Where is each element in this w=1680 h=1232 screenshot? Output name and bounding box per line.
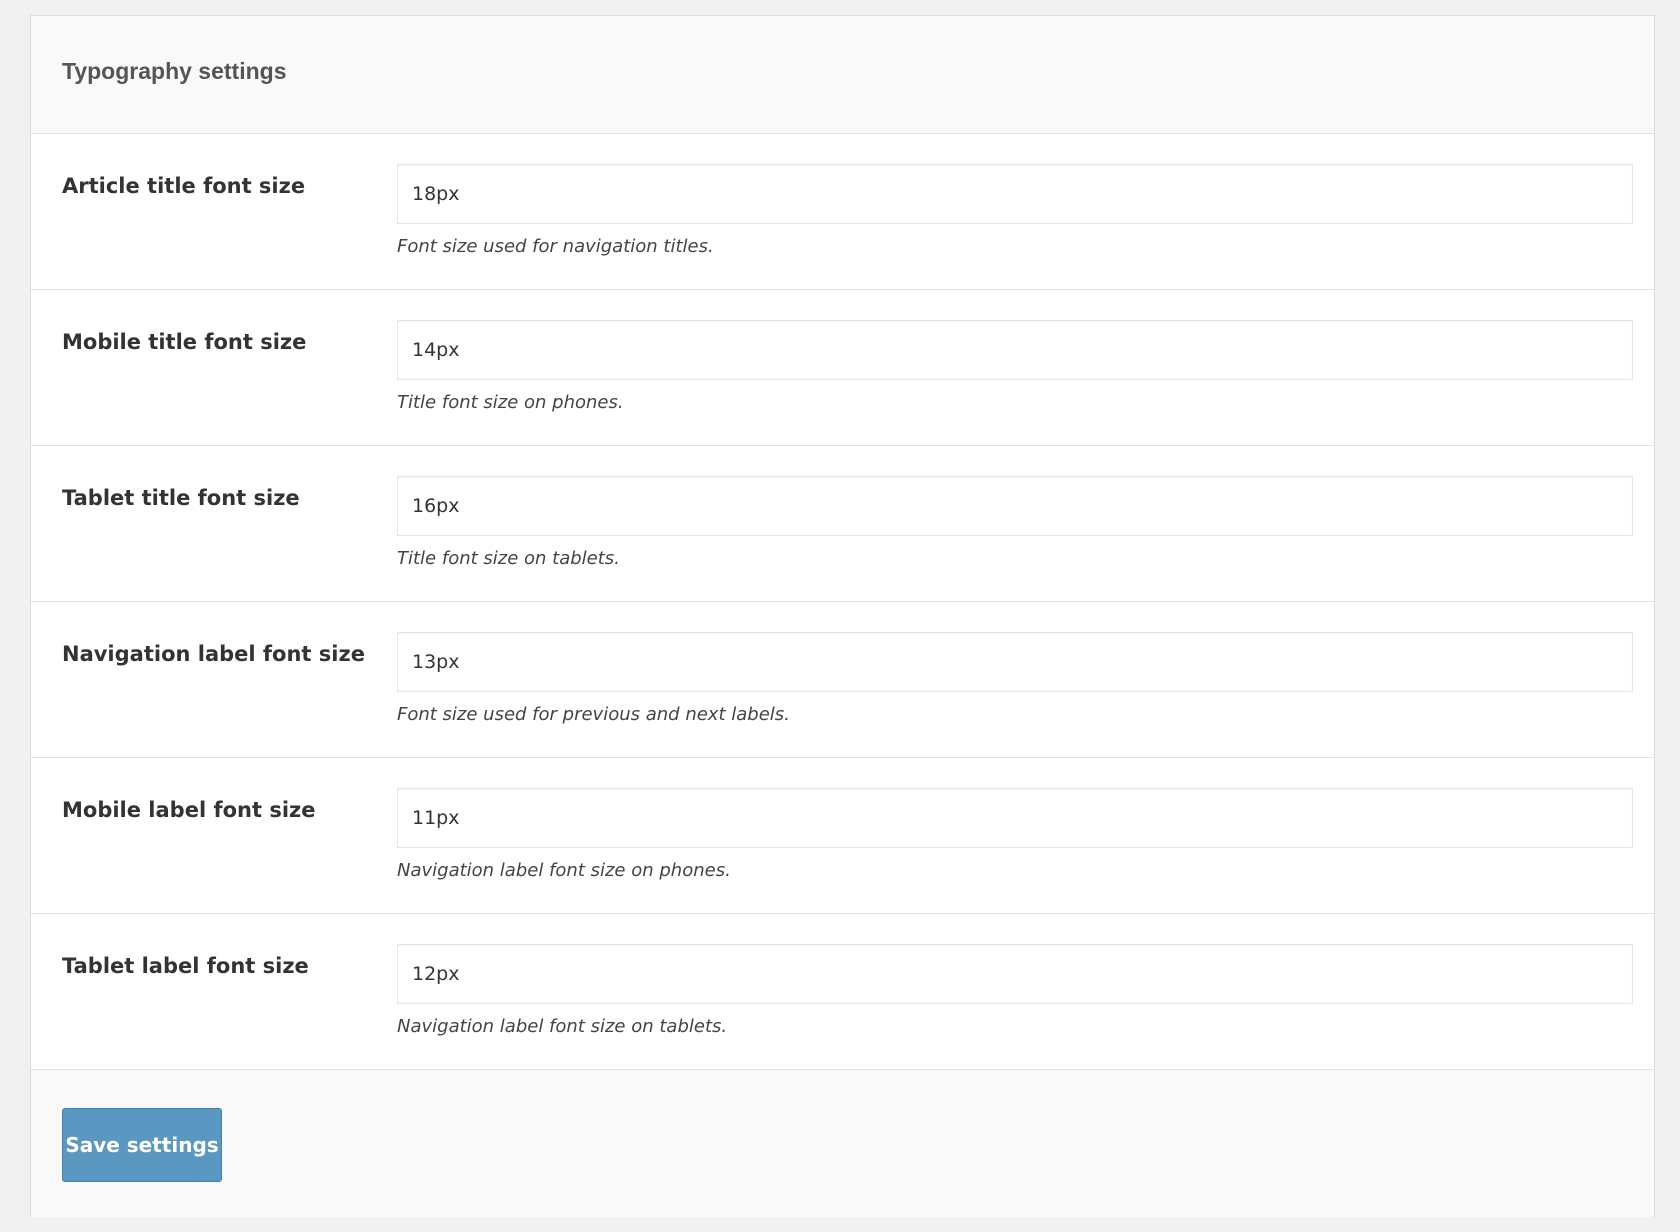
navigation-label-font-size-input[interactable] — [397, 632, 1633, 692]
setting-row-tablet-title-font-size: Tablet title font size Title font size o… — [31, 446, 1654, 602]
panel-footer: Save settings — [31, 1070, 1654, 1217]
mobile-title-font-size-input[interactable] — [397, 320, 1633, 380]
setting-label: Tablet label font size — [62, 954, 309, 978]
setting-label: Article title font size — [62, 174, 306, 198]
setting-label: Mobile title font size — [62, 330, 307, 354]
tablet-title-font-size-input[interactable] — [397, 476, 1633, 536]
setting-row-navigation-label-font-size: Navigation label font size Font size use… — [31, 602, 1654, 758]
setting-help-text: Font size used for previous and next lab… — [397, 704, 790, 725]
panel-header: Typography settings — [31, 16, 1654, 134]
setting-label: Mobile label font size — [62, 798, 316, 822]
save-settings-button[interactable]: Save settings — [62, 1108, 222, 1182]
setting-label: Tablet title font size — [62, 486, 300, 510]
tablet-label-font-size-input[interactable] — [397, 944, 1633, 1004]
setting-help-text: Font size used for navigation titles. — [397, 236, 714, 257]
setting-label: Navigation label font size — [62, 642, 365, 666]
setting-help-text: Navigation label font size on phones. — [397, 860, 731, 881]
mobile-label-font-size-input[interactable] — [397, 788, 1633, 848]
setting-row-tablet-label-font-size: Tablet label font size Navigation label … — [31, 914, 1654, 1070]
setting-help-text: Navigation label font size on tablets. — [397, 1016, 728, 1037]
setting-row-article-title-font-size: Article title font size Font size used f… — [31, 134, 1654, 290]
article-title-font-size-input[interactable] — [397, 164, 1633, 224]
setting-help-text: Title font size on tablets. — [397, 548, 620, 569]
setting-row-mobile-label-font-size: Mobile label font size Navigation label … — [31, 758, 1654, 914]
typography-settings-panel: Typography settings Article title font s… — [30, 15, 1655, 1217]
setting-row-mobile-title-font-size: Mobile title font size Title font size o… — [31, 290, 1654, 446]
setting-help-text: Title font size on phones. — [397, 392, 624, 413]
panel-title: Typography settings — [62, 58, 287, 84]
